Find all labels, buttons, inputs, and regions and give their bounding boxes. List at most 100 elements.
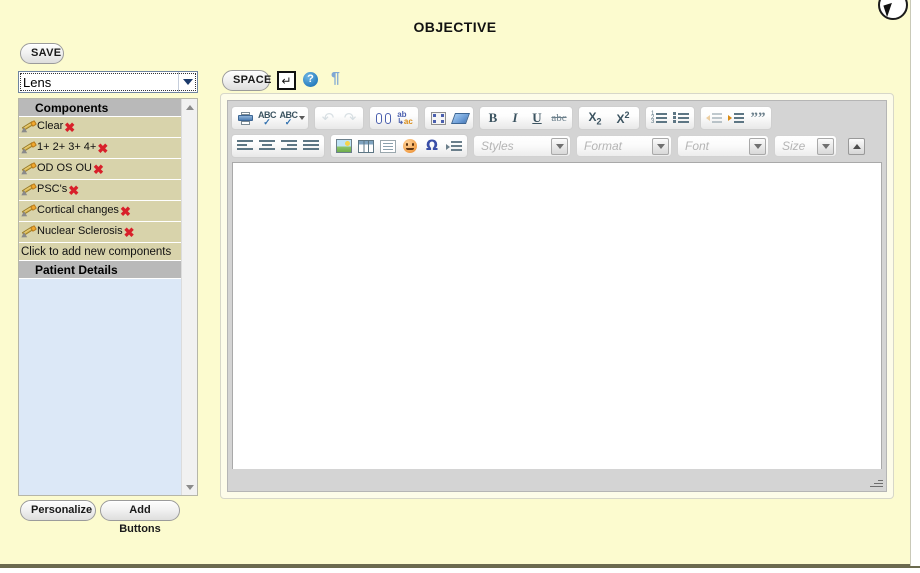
patient-details-panel — [19, 279, 181, 495]
chevron-down-icon[interactable] — [817, 137, 834, 155]
category-select[interactable]: Lens — [18, 71, 198, 93]
superscript-icon[interactable]: X2 — [609, 108, 637, 128]
scroll-up-icon[interactable] — [182, 99, 198, 115]
special-character-icon[interactable]: Ω — [421, 136, 443, 156]
strikethrough-icon[interactable]: abc — [548, 108, 570, 128]
editor-toolbar: ABC ✓ ABC ✓ ↶ ↷ ab ↳ac B I U abc X2 X2 1… — [228, 101, 886, 160]
undo-icon[interactable]: ↶ — [317, 108, 339, 128]
components-section-header: Components — [19, 99, 181, 117]
select-all-icon[interactable] — [427, 108, 449, 128]
align-center-icon[interactable] — [256, 136, 278, 156]
pilcrow-icon[interactable]: ¶ — [331, 71, 340, 87]
pencil-icon[interactable] — [19, 183, 37, 198]
delete-icon[interactable]: ✖ — [120, 205, 131, 218]
delete-icon[interactable]: ✖ — [64, 121, 75, 134]
pencil-icon[interactable] — [19, 204, 37, 219]
styles-select-value: Styles — [481, 139, 514, 153]
toolbar-group-document: ABC ✓ ABC ✓ — [231, 106, 309, 130]
help-icon[interactable]: ? — [303, 72, 318, 87]
insert-image-icon[interactable] — [333, 136, 355, 156]
list-item[interactable]: Cortical changes ✖ — [19, 201, 181, 222]
space-button[interactable]: SPACE — [222, 70, 271, 91]
delete-icon[interactable]: ✖ — [93, 163, 104, 176]
delete-icon[interactable]: ✖ — [97, 142, 108, 155]
chevron-down-icon[interactable] — [749, 137, 766, 155]
horizontal-rule-icon[interactable] — [377, 136, 399, 156]
toolbar-row-2: Ω Styles Format Font Size — [231, 132, 883, 160]
insert-smiley-icon[interactable] — [399, 136, 421, 156]
pencil-icon[interactable] — [19, 162, 37, 177]
align-right-icon[interactable] — [278, 136, 300, 156]
toolbar-group-indent: ”” — [700, 106, 772, 130]
pencil-icon[interactable] — [19, 225, 37, 240]
toolbar-group-alignment — [231, 134, 325, 158]
delete-icon[interactable]: ✖ — [68, 184, 79, 197]
rich-text-editor: ABC ✓ ABC ✓ ↶ ↷ ab ↳ac B I U abc X2 X2 1… — [220, 93, 894, 499]
align-justify-icon[interactable] — [300, 136, 322, 156]
list-item-label: PSC's — [37, 183, 68, 195]
insert-table-icon[interactable] — [355, 136, 377, 156]
bottom-strip — [0, 566, 920, 573]
chevron-down-icon[interactable] — [652, 137, 669, 155]
size-select[interactable]: Size — [774, 135, 837, 157]
components-scrollbar[interactable] — [181, 99, 197, 495]
toolbar-group-find: ab ↳ac — [369, 106, 419, 130]
font-select[interactable]: Font — [677, 135, 769, 157]
format-select[interactable]: Format — [576, 135, 672, 157]
list-item-label: Cortical changes — [37, 204, 119, 216]
page-break-icon[interactable] — [443, 136, 465, 156]
remove-format-icon[interactable] — [449, 108, 471, 128]
components-panel: Components Clear ✖ 1+ 2+ 3+ 4+ ✖ OD OS O… — [18, 98, 198, 496]
underline-icon[interactable]: U — [526, 108, 548, 128]
redo-icon[interactable]: ↷ — [339, 108, 361, 128]
add-new-component-link[interactable]: Click to add new components — [19, 243, 181, 261]
personalize-button[interactable]: Personalize — [20, 500, 96, 521]
resize-grip-icon[interactable] — [870, 476, 883, 489]
toolbar-group-basic-styles: B I U abc — [479, 106, 573, 130]
save-button[interactable]: SAVE — [20, 43, 64, 64]
editor-frame: ABC ✓ ABC ✓ ↶ ↷ ab ↳ac B I U abc X2 X2 1… — [227, 100, 887, 492]
scroll-down-icon[interactable] — [182, 479, 198, 495]
application-page: OBJECTIVE SAVE Lens Components Clear ✖ 1… — [0, 0, 910, 566]
enter-key-icon[interactable]: ↵ — [277, 71, 296, 90]
collapse-toolbar-button[interactable] — [848, 137, 865, 155]
increase-indent-icon[interactable] — [725, 108, 747, 128]
toolbar-group-history: ↶ ↷ — [314, 106, 364, 130]
styles-select[interactable]: Styles — [473, 135, 571, 157]
replace-icon[interactable]: ab ↳ac — [394, 108, 416, 128]
toolbar-row-1: ABC ✓ ABC ✓ ↶ ↷ ab ↳ac B I U abc X2 X2 1… — [231, 104, 883, 132]
chevron-down-icon[interactable] — [178, 72, 197, 92]
subscript-icon[interactable]: X2 — [581, 108, 609, 128]
patient-details-section-header: Patient Details — [19, 261, 181, 279]
editor-content-area[interactable] — [232, 162, 882, 469]
find-icon[interactable] — [372, 108, 394, 128]
decrease-indent-icon[interactable] — [703, 108, 725, 128]
pencil-icon[interactable] — [19, 141, 37, 156]
blockquote-icon[interactable]: ”” — [747, 108, 769, 128]
list-item[interactable]: OD OS OU ✖ — [19, 159, 181, 180]
numbered-list-icon[interactable]: 1 2 3 — [648, 108, 670, 128]
print-icon[interactable] — [234, 108, 256, 128]
delete-icon[interactable]: ✖ — [124, 226, 135, 239]
list-item[interactable]: PSC's ✖ — [19, 180, 181, 201]
list-item-label: 1+ 2+ 3+ 4+ — [37, 141, 97, 153]
italic-icon[interactable]: I — [504, 108, 526, 128]
list-item[interactable]: Nuclear Sclerosis ✖ — [19, 222, 181, 243]
font-select-value: Font — [685, 139, 710, 153]
spell-check-menu-icon[interactable]: ABC ✓ — [278, 108, 306, 128]
list-item-label: OD OS OU — [37, 162, 93, 174]
mouse-cursor-indicator — [878, 0, 908, 20]
chevron-down-icon[interactable] — [551, 137, 568, 155]
bold-icon[interactable]: B — [482, 108, 504, 128]
list-item[interactable]: Clear ✖ — [19, 117, 181, 138]
align-left-icon[interactable] — [234, 136, 256, 156]
spell-check-icon[interactable]: ABC ✓ — [256, 108, 278, 128]
list-item-label: Nuclear Sclerosis — [37, 225, 123, 237]
bulleted-list-icon[interactable] — [670, 108, 692, 128]
toolbar-group-insert: Ω — [330, 134, 468, 158]
list-item[interactable]: 1+ 2+ 3+ 4+ ✖ — [19, 138, 181, 159]
toolbar-group-lists: 1 2 3 — [645, 106, 695, 130]
add-buttons-button[interactable]: Add Buttons — [100, 500, 180, 535]
pencil-icon[interactable] — [19, 120, 37, 135]
editor-footer — [228, 469, 886, 491]
